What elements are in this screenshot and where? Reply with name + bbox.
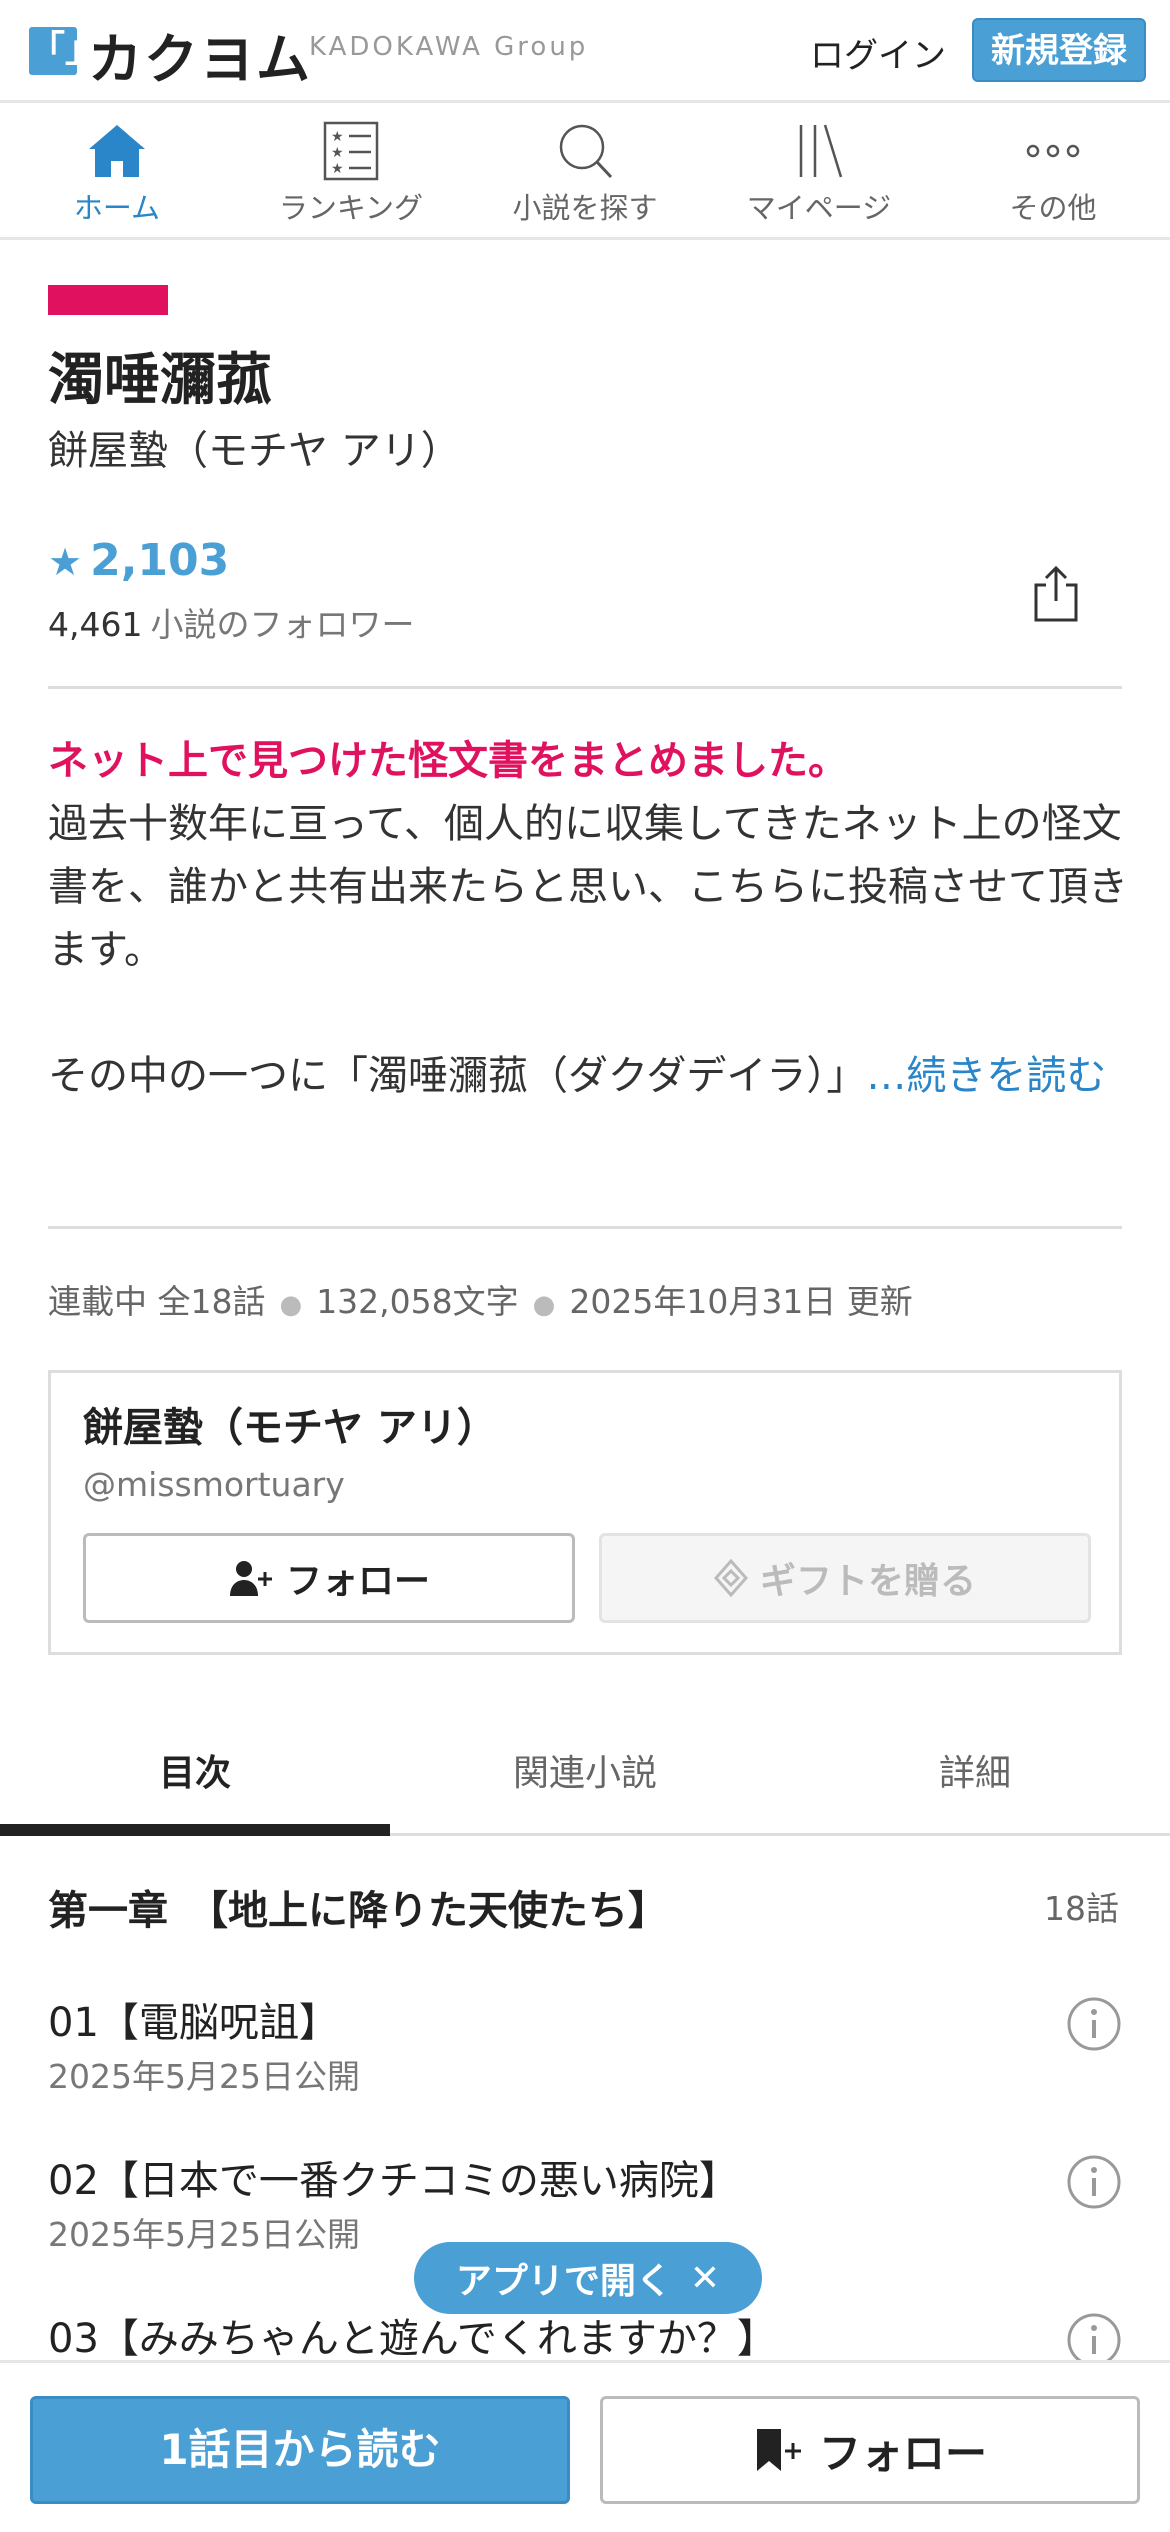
divider (48, 686, 1122, 689)
chapter-episode-count: 18話 (1044, 1889, 1119, 1928)
char-count: 132,058文字 (316, 1282, 519, 1321)
intro-paragraph-2: その中の一つに「濁唾瀰菰（ダクダデイラ）」…続きを読む (48, 1045, 1128, 1108)
nav-item-more[interactable]: その他 (936, 103, 1170, 237)
introduction: 過去十数年に亘って、個人的に収集してきたネット上の怪文書を、誰かと共有出来たらと… (48, 793, 1128, 1108)
gift-icon (713, 1559, 748, 1597)
follow-author-button[interactable]: フォロー (83, 1533, 575, 1623)
ranking-icon: ★ ★ ★ (323, 121, 379, 181)
login-link[interactable]: ログイン (810, 28, 946, 77)
catchphrase: ネット上で見つけた怪文書をまとめました。 (48, 738, 848, 784)
serial-status: 連載中 (48, 1282, 147, 1321)
nav-item-search[interactable]: 小説を探す (468, 103, 702, 237)
episode-date: 2025年5月25日公開 (48, 2057, 360, 2096)
author-card-name[interactable]: 餅屋蟄（モチヤ アリ） (83, 1395, 497, 1453)
kadokawa-group-label: KADOKAWA Group (309, 32, 589, 62)
intro-paragraph-1: 過去十数年に亘って、個人的に収集してきたネット上の怪文書を、誰かと共有出来たらと… (48, 801, 1128, 973)
episode-item[interactable]: 01【電脳呪詛】 2025年5月25日公開 (48, 1990, 1122, 2140)
followers-label: 小説のフォロワー (150, 605, 415, 644)
info-icon[interactable] (1066, 2154, 1122, 2210)
follow-author-label: フォロー (285, 1561, 430, 1602)
divider (48, 1226, 1122, 1229)
more-icon (1026, 144, 1080, 158)
kakuyomu-logo-text[interactable]: カクヨム (88, 15, 312, 94)
kakuyomu-logo-mark[interactable]: 「」 (29, 27, 101, 75)
open-in-app-button[interactable]: アプリで開く ✕ (414, 2242, 762, 2314)
close-icon[interactable]: ✕ (690, 2258, 720, 2299)
gift-label: ギフトを贈る (759, 1561, 976, 1602)
info-icon[interactable] (1066, 1996, 1122, 2052)
episode-total: 全18話 (157, 1282, 266, 1321)
intro-text-2: その中の一つに「濁唾瀰菰（ダクダデイラ）」 (48, 1053, 867, 1099)
nav-label-mypage: マイページ (746, 191, 892, 225)
work-title: 濁唾瀰菰 (48, 348, 272, 413)
gift-button[interactable]: ギフトを贈る (599, 1533, 1091, 1623)
nav-item-mypage[interactable]: マイページ (702, 103, 936, 237)
main-nav: ホーム ★ ★ ★ ランキング 小説を探す マイページ その他 (0, 103, 1170, 240)
share-icon[interactable] (1030, 565, 1082, 623)
star-icon: ★ (48, 540, 83, 584)
nav-label-more: その他 (1009, 191, 1097, 225)
svg-text:★: ★ (331, 161, 344, 177)
user-plus-icon (229, 1561, 272, 1596)
episode-title: 03【みみちゃんと遊んでくれますか？】 (48, 2316, 777, 2362)
open-in-app-label: アプリで開く (455, 2261, 672, 2302)
read-more-link[interactable]: …続きを読む (866, 1053, 1106, 1099)
site-header: 「」 カクヨム KADOKAWA Group ログイン 新規登録 (0, 0, 1170, 103)
read-from-first-button[interactable]: 1話目から読む (30, 2396, 570, 2504)
chapter-title: 第一章 【地上に降りた天使たち】 (48, 1888, 668, 1934)
follow-work-label: フォロー (818, 2428, 987, 2478)
genre-accent-bar (48, 285, 168, 315)
work-tabs: 目次 関連小説 詳細 (0, 1720, 1170, 1836)
author-card-handle: @missmortuary (83, 1465, 345, 1504)
followers-count: 4,461 (48, 605, 143, 644)
tab-toc[interactable]: 目次 (0, 1720, 390, 1836)
signup-button[interactable]: 新規登録 (972, 18, 1146, 82)
nav-item-ranking[interactable]: ★ ★ ★ ランキング (234, 103, 468, 237)
nav-item-home[interactable]: ホーム (0, 103, 234, 237)
follow-work-button[interactable]: フォロー (600, 2396, 1140, 2504)
svg-text:★: ★ (331, 145, 344, 161)
work-meta: 連載中 全18話 ● 132,058文字 ● 2025年10月31日 更新 (48, 1282, 913, 1321)
search-icon (559, 124, 613, 179)
bookshelf-icon (799, 124, 843, 178)
tab-details[interactable]: 詳細 (780, 1720, 1170, 1833)
episode-title: 01【電脳呪詛】 (48, 2000, 339, 2046)
nav-label-search: 小説を探す (512, 191, 658, 225)
nav-label-home: ホーム (73, 191, 161, 225)
star-count[interactable]: ★ 2,103 (48, 535, 229, 586)
star-count-value: 2,103 (90, 535, 230, 586)
bottom-action-bar: 1話目から読む フォロー (0, 2360, 1170, 2532)
work-followers: 4,461 小説のフォロワー (48, 598, 414, 646)
home-icon (89, 125, 145, 177)
bookmark-plus-icon (756, 2429, 801, 2471)
author-card: 餅屋蟄（モチヤ アリ） @missmortuary フォロー ギフトを贈る (48, 1370, 1122, 1655)
updated-date: 2025年10月31日 更新 (569, 1282, 913, 1321)
tab-related[interactable]: 関連小説 (390, 1720, 780, 1833)
episode-date: 2025年5月25日公開 (48, 2215, 360, 2254)
work-author-link[interactable]: 餅屋蟄（モチヤ アリ） (48, 418, 461, 476)
nav-label-ranking: ランキング (278, 191, 424, 225)
episode-title: 02【日本で一番クチコミの悪い病院】 (48, 2158, 739, 2204)
svg-text:★: ★ (331, 129, 344, 145)
